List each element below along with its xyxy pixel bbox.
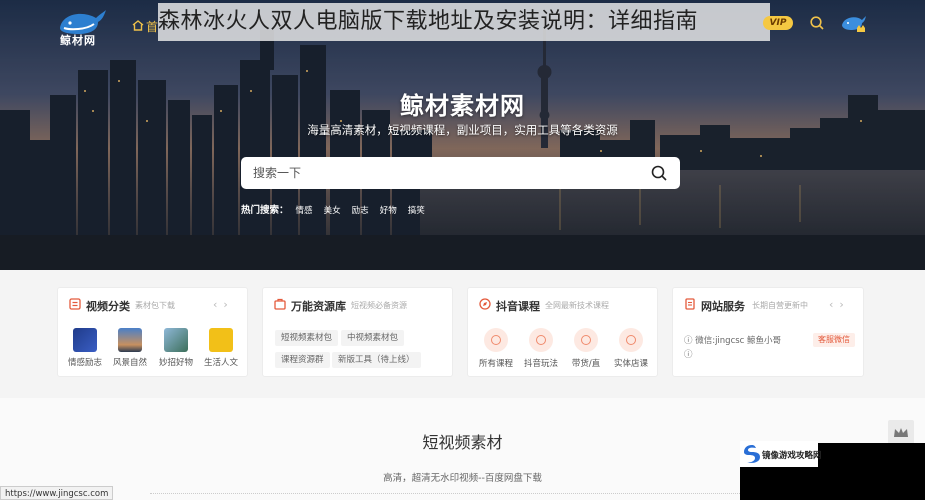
home-icon bbox=[132, 20, 144, 31]
card-subtitle: 短视频必备资源 bbox=[351, 301, 407, 310]
card-title: 网站服务 bbox=[701, 300, 745, 313]
course-icon bbox=[574, 328, 598, 352]
course-label: 所有课程 bbox=[478, 359, 513, 369]
hot-searches: 热门搜索： 情感 美女 励志 好物 搞笑 bbox=[241, 202, 433, 216]
overlay-title-banner: 森林冰火人双人电脑版下载地址及安装说明：详细指南 bbox=[158, 3, 770, 41]
category-thumbnail bbox=[73, 328, 97, 352]
course-item[interactable]: 抖音玩法 bbox=[519, 328, 563, 369]
card-subtitle: 长期自营更新中 bbox=[752, 301, 808, 310]
course-item[interactable]: 所有课程 bbox=[474, 328, 518, 369]
service-contact: ⓘ 微信:jingcsc 鲸鱼小哥 bbox=[684, 334, 781, 346]
hot-tag[interactable]: 情感 bbox=[296, 206, 313, 216]
category-label: 妙招好物 bbox=[158, 358, 193, 368]
hot-tag[interactable]: 励志 bbox=[352, 206, 369, 216]
section-divider bbox=[150, 493, 790, 495]
course-label: 抖音玩法 bbox=[523, 359, 558, 369]
course-item[interactable]: 实体店课 bbox=[609, 328, 653, 369]
vip-badge[interactable]: VIP bbox=[763, 16, 793, 30]
hero-search-box bbox=[241, 157, 680, 189]
hero-subtitle: 海量高清素材，短视频课程，副业项目，实用工具等各类资源 bbox=[307, 123, 618, 137]
resource-tag[interactable]: 短视频素材包 bbox=[275, 330, 339, 346]
carousel-arrows-icon[interactable]: ‹› bbox=[213, 298, 234, 311]
course-icon bbox=[619, 328, 643, 352]
avatar-icon[interactable] bbox=[840, 11, 866, 35]
search-icon[interactable] bbox=[809, 15, 825, 31]
video-icon bbox=[69, 298, 81, 310]
card-subtitle: 素材包下载 bbox=[135, 301, 175, 310]
watermark-text: 镜像游戏攻略网 bbox=[762, 451, 822, 461]
category-item[interactable]: 风景自然 bbox=[105, 328, 155, 368]
status-bar-url: https://www.jingcsc.com bbox=[0, 486, 114, 500]
card-site-service: 网站服务 长期自营更新中 ‹› ⓘ 微信:jingcsc 鲸鱼小哥 ⓘ 客服微信 bbox=[672, 287, 864, 377]
category-item[interactable]: 妙招好物 bbox=[151, 328, 201, 368]
package-icon bbox=[274, 298, 286, 310]
hero-title: 鲸材素材网 bbox=[400, 92, 525, 120]
category-thumbnail bbox=[164, 328, 188, 352]
search-button-icon[interactable] bbox=[650, 164, 668, 182]
course-item[interactable]: 带货/直 bbox=[564, 328, 608, 369]
hot-tag[interactable]: 搞笑 bbox=[408, 206, 425, 216]
card-douyin-courses: 抖音课程 全网最新技术课程 所有课程 抖音玩法 带货/直 实体店课 bbox=[467, 287, 658, 377]
resource-tag[interactable]: 新版工具（待上线） bbox=[332, 352, 421, 368]
course-icon bbox=[484, 328, 508, 352]
card-title: 万能资源库 bbox=[291, 300, 346, 313]
category-label: 情感励志 bbox=[67, 358, 102, 368]
compass-icon bbox=[479, 298, 491, 310]
card-title: 视频分类 bbox=[86, 300, 130, 313]
service-wechat-button[interactable]: 客服微信 bbox=[813, 333, 855, 347]
course-label: 实体店课 bbox=[613, 359, 648, 369]
watermark-logo-icon bbox=[744, 445, 760, 463]
carousel-arrows-icon[interactable]: ‹› bbox=[829, 298, 850, 311]
nav-home-link[interactable]: 首 bbox=[132, 18, 158, 35]
card-resource-library: 万能资源库 短视频必备资源 短视频素材包 中视频素材包 课程资源群 新版工具（待… bbox=[262, 287, 453, 377]
category-label: 风景自然 bbox=[112, 358, 147, 368]
resource-tag[interactable]: 课程资源群 bbox=[275, 352, 330, 368]
info-icon: ⓘ bbox=[684, 336, 696, 346]
category-thumbnail bbox=[118, 328, 142, 352]
logo-text[interactable]: 鲸材网 bbox=[60, 32, 96, 48]
category-label: 生活人文 bbox=[203, 358, 238, 368]
info-icon: ⓘ bbox=[684, 350, 693, 360]
document-icon bbox=[685, 298, 695, 310]
resource-tag[interactable]: 中视频素材包 bbox=[341, 330, 405, 346]
service-contact-text: 微信:jingcsc 鲸鱼小哥 bbox=[695, 336, 782, 346]
hot-tag[interactable]: 美女 bbox=[324, 206, 341, 216]
category-item[interactable]: 生活人文 bbox=[196, 328, 246, 368]
category-thumbnail bbox=[209, 328, 233, 352]
card-video-categories: 视频分类 素材包下载 ‹› 情感励志 风景自然 妙招好物 生活人文 bbox=[57, 287, 248, 377]
course-icon bbox=[529, 328, 553, 352]
nav-home-label: 首 bbox=[146, 20, 159, 34]
category-item[interactable]: 情感励志 bbox=[60, 328, 110, 368]
search-input[interactable] bbox=[253, 157, 633, 189]
card-title: 抖音课程 bbox=[496, 300, 540, 313]
course-label: 带货/直 bbox=[571, 359, 601, 369]
hot-tag[interactable]: 好物 bbox=[380, 206, 397, 216]
hot-label: 热门搜索： bbox=[241, 205, 289, 216]
card-subtitle: 全网最新技术课程 bbox=[545, 301, 609, 310]
